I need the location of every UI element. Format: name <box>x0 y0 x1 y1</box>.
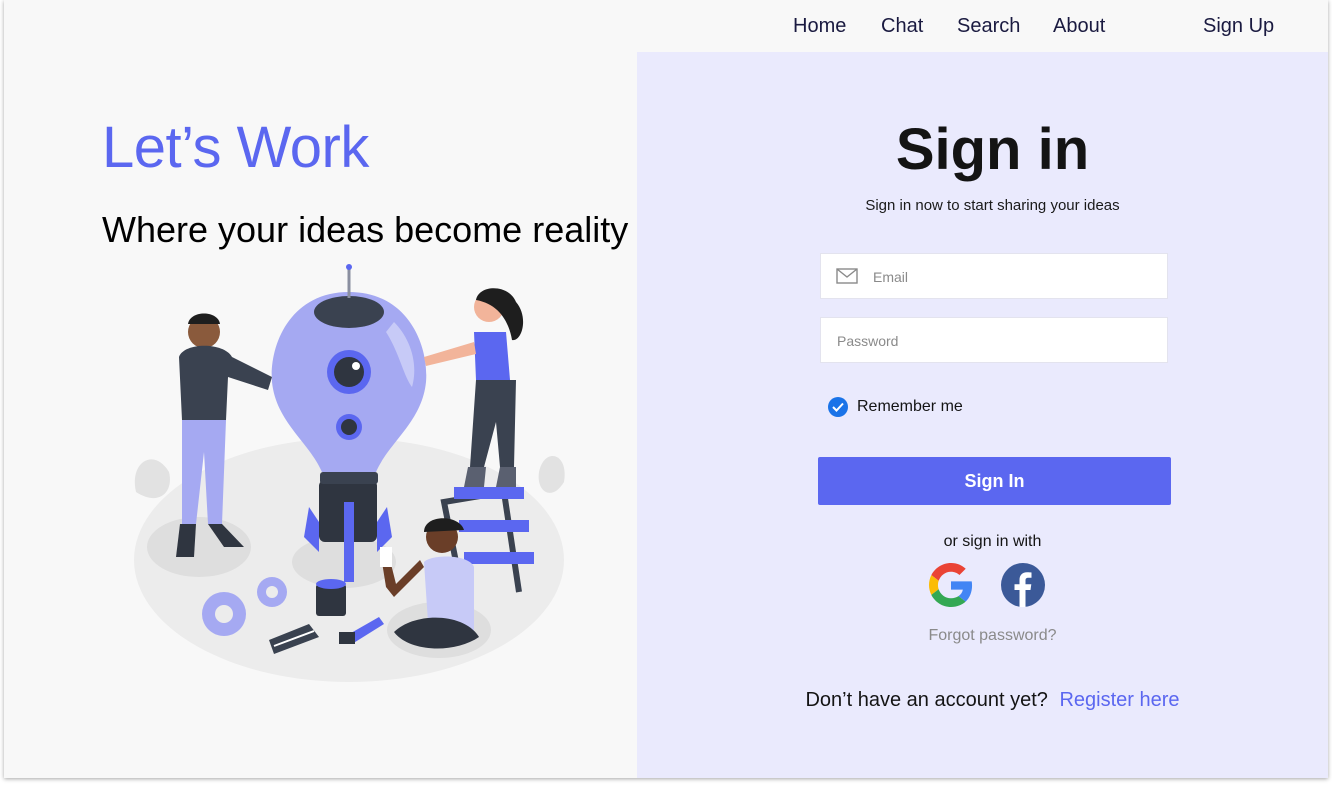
checkmark-icon[interactable] <box>828 397 848 417</box>
sign-in-button[interactable]: Sign In <box>818 457 1171 505</box>
email-input[interactable] <box>871 254 1165 300</box>
app-window: Home Chat Search About Sign Up Let’s Wor… <box>4 0 1328 778</box>
nav-search[interactable]: Search <box>957 14 1020 38</box>
register-question: Don’t have an account yet? <box>805 689 1048 711</box>
email-field[interactable] <box>820 253 1168 300</box>
nav-about[interactable]: About <box>1053 14 1105 38</box>
google-icon <box>929 563 973 607</box>
register-link[interactable]: Register here <box>1059 689 1179 711</box>
hero-subtitle: Where your ideas become reality <box>102 209 629 250</box>
google-signin-button[interactable] <box>929 563 973 607</box>
remember-me-checkbox[interactable]: Remember me <box>828 396 963 418</box>
signin-subtitle: Sign in now to start sharing your ideas <box>865 197 1120 214</box>
facebook-icon <box>1001 563 1045 607</box>
social-signin-text: or sign in with <box>943 533 1042 550</box>
mail-icon <box>836 268 858 284</box>
password-input[interactable] <box>835 318 1159 364</box>
nav-signup[interactable]: Sign Up <box>1203 14 1274 38</box>
forgot-password-link[interactable]: Forgot password? <box>637 626 1328 646</box>
nav-home[interactable]: Home <box>793 14 846 38</box>
top-nav: Home Chat Search About Sign Up <box>4 0 1328 52</box>
facebook-signin-button[interactable] <box>1001 563 1045 607</box>
team-building-rocket-illustration <box>134 264 565 682</box>
signin-title: Sign in <box>895 117 1090 182</box>
nav-chat[interactable]: Chat <box>881 14 923 38</box>
hero-title: Let’s Work <box>102 115 369 180</box>
register-row: Don’t have an account yet? Register here <box>637 688 1328 712</box>
remember-me-label: Remember me <box>857 398 963 415</box>
password-field[interactable] <box>820 317 1168 364</box>
